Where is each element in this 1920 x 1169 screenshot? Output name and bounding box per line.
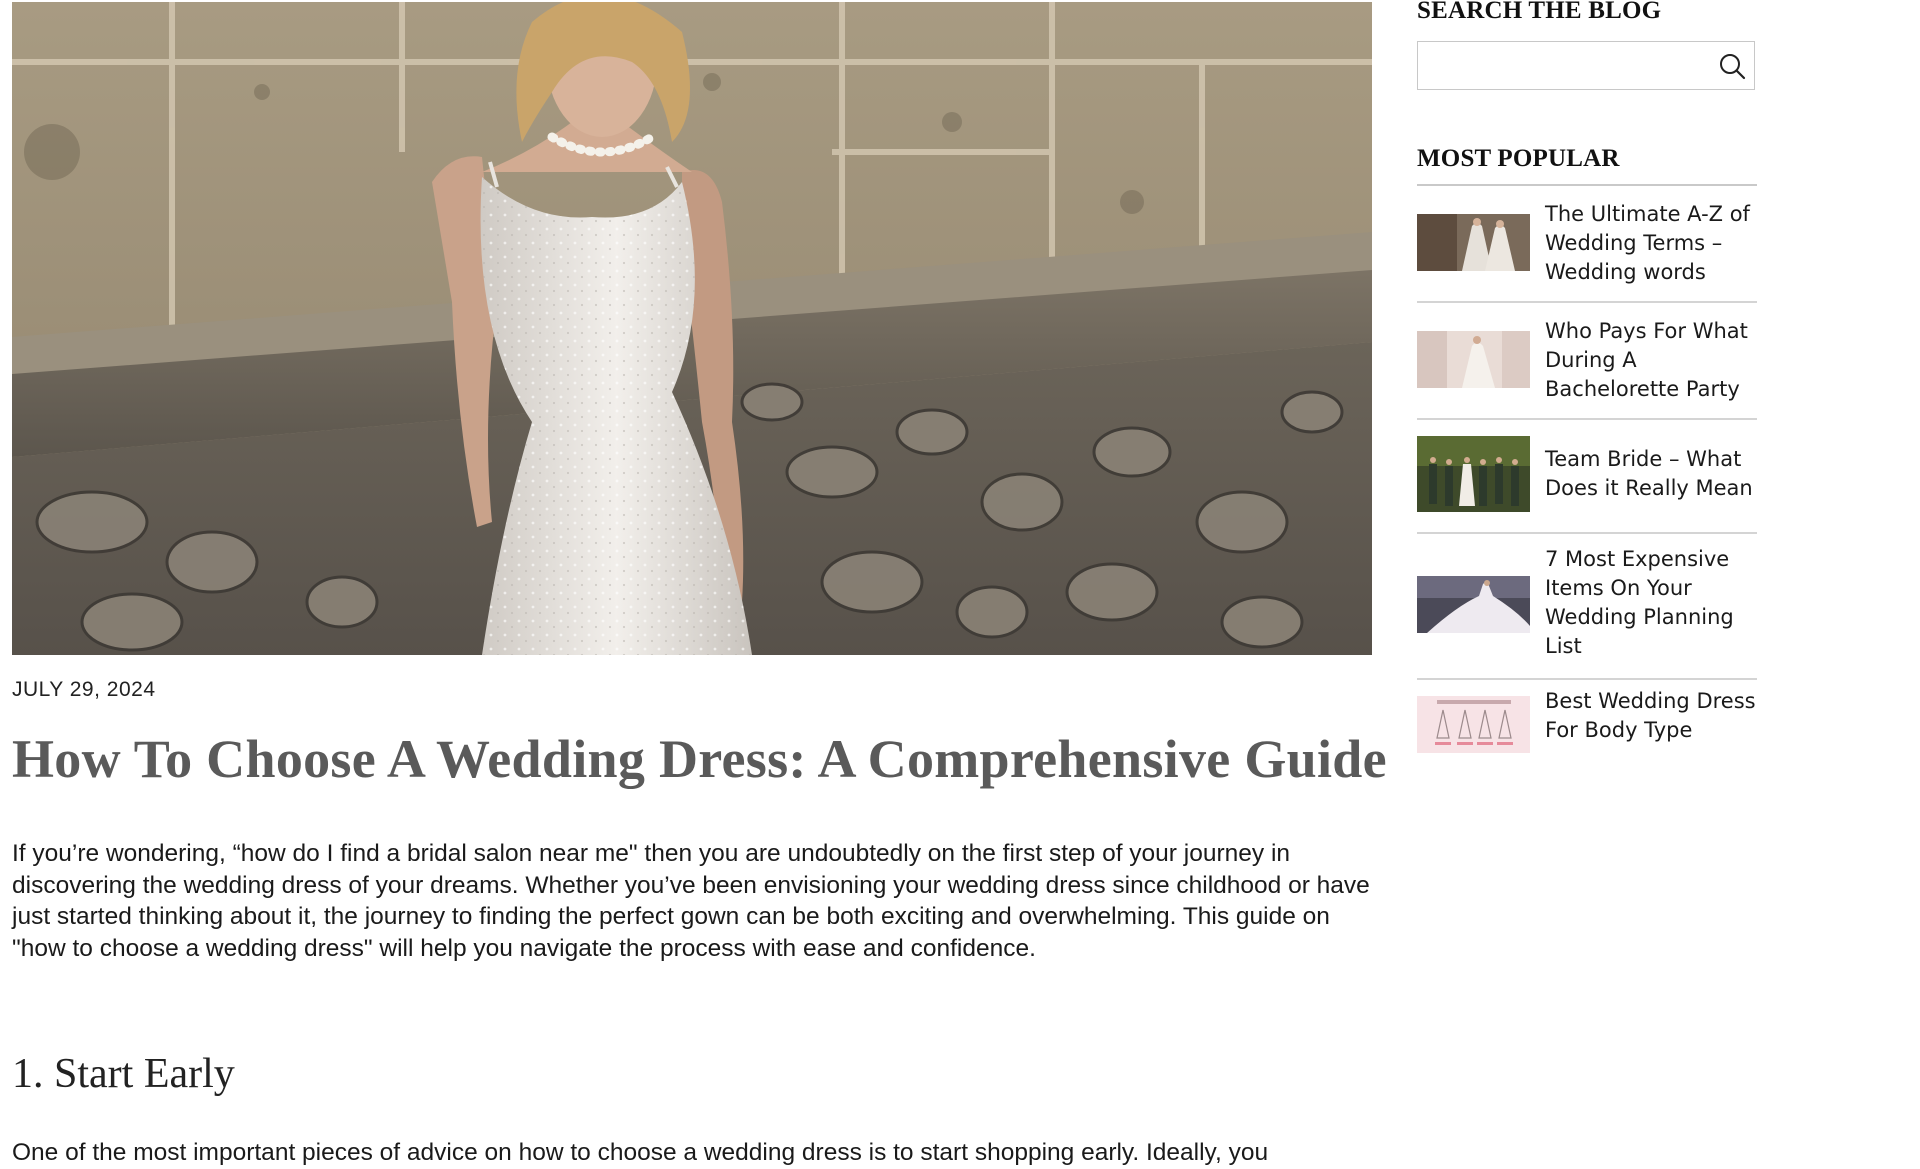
popular-item-title[interactable]: 7 Most Expensive Items On Your Wedding P… (1545, 545, 1760, 661)
popular-thumbnail[interactable] (1417, 696, 1530, 753)
post-title: How To Choose A Wedding Dress: A Compreh… (12, 729, 1387, 789)
popular-item[interactable]: The Ultimate A-Z of Wedding Terms – Wedd… (1417, 186, 1757, 303)
popular-item-title[interactable]: The Ultimate A-Z of Wedding Terms – Wedd… (1545, 200, 1760, 287)
post-intro-paragraph: If you’re wondering, “how do I find a br… (12, 840, 1370, 962)
search-heading: SEARCH THE BLOG (1417, 0, 1662, 24)
search-box (1417, 41, 1755, 90)
post-date: JULY 29, 2024 (12, 678, 156, 701)
popular-item[interactable]: Best Wedding Dress For Body Type (1417, 680, 1757, 760)
popular-thumbnail[interactable] (1417, 331, 1530, 388)
popular-item-title[interactable]: Team Bride – What Does it Really Mean (1545, 445, 1760, 503)
search-icon[interactable] (1718, 52, 1746, 80)
section-paragraph: One of the most important pieces of advi… (12, 1139, 1269, 1166)
popular-item-title[interactable]: Best Wedding Dress For Body Type (1545, 687, 1760, 745)
hero-image (12, 2, 1372, 655)
popular-item[interactable]: Team Bride – What Does it Really Mean (1417, 420, 1760, 534)
section-heading: 1. Start Early (12, 1051, 235, 1097)
popular-thumbnail[interactable] (1417, 214, 1530, 271)
popular-thumbnail[interactable] (1417, 576, 1530, 633)
popular-thumbnail[interactable] (1417, 436, 1530, 512)
popular-item-title[interactable]: Who Pays For What During A Bachelorette … (1545, 317, 1760, 404)
popular-item[interactable]: 7 Most Expensive Items On Your Wedding P… (1417, 532, 1757, 680)
popular-item[interactable]: Who Pays For What During A Bachelorette … (1417, 303, 1757, 420)
search-input[interactable] (1426, 48, 1700, 84)
most-popular-heading: MOST POPULAR (1417, 145, 1620, 172)
